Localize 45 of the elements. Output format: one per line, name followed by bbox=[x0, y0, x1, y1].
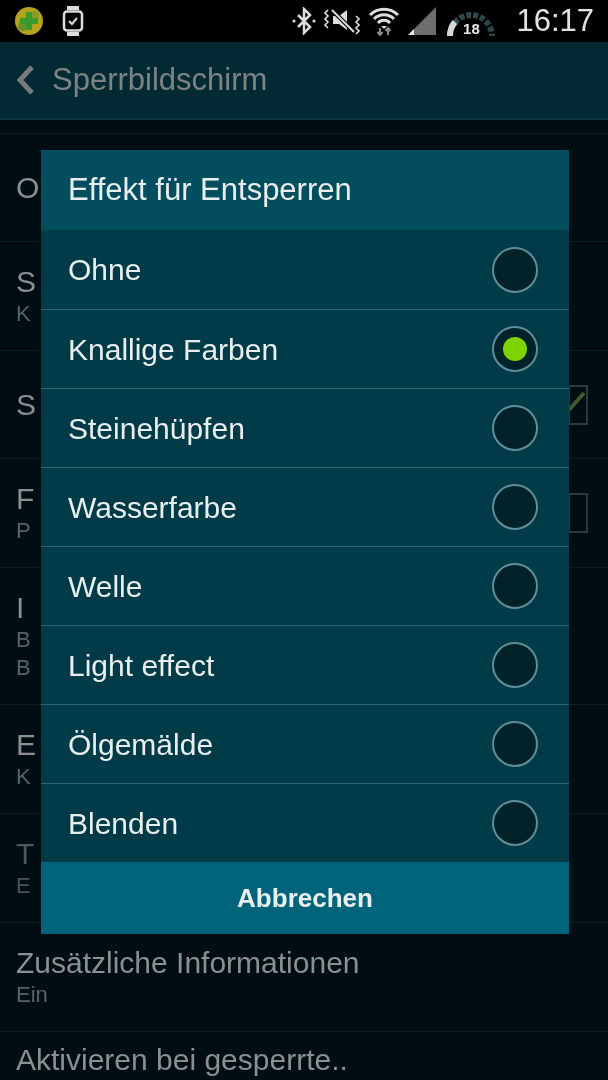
screen-title: Sperrbildschirm bbox=[52, 62, 268, 98]
setting-title: F bbox=[16, 481, 35, 517]
setting-subtitle: E bbox=[16, 872, 32, 900]
clock-time: 16:17 bbox=[516, 3, 594, 39]
signal-icon bbox=[408, 7, 437, 35]
setting-subtitle: K bbox=[16, 300, 32, 328]
checkbox[interactable] bbox=[568, 493, 588, 533]
radio-button[interactable] bbox=[492, 246, 538, 293]
app-icon bbox=[14, 6, 44, 36]
option-item[interactable]: Steinehüpfen bbox=[41, 388, 569, 467]
option-item[interactable]: Light effect bbox=[41, 625, 569, 704]
radio-button[interactable] bbox=[492, 563, 538, 609]
dialog-title: Effekt für Entsperren bbox=[41, 150, 569, 230]
setting-subtitle: K bbox=[16, 763, 32, 791]
setting-title: Aktivieren bei gesperrte.. bbox=[16, 1042, 348, 1078]
setting-title: S bbox=[16, 264, 36, 300]
setting-subtitle: Ein bbox=[16, 981, 49, 1009]
cancel-button[interactable]: Abbrechen bbox=[41, 862, 569, 934]
radio-button[interactable] bbox=[492, 642, 538, 688]
radio-button[interactable] bbox=[492, 484, 538, 530]
radio-button[interactable] bbox=[492, 326, 538, 372]
option-item[interactable]: Knallige Farben bbox=[41, 309, 569, 388]
setting-subtitle: B bbox=[16, 654, 31, 682]
setting-title: O bbox=[16, 169, 40, 206]
bluetooth-icon bbox=[292, 7, 317, 35]
option-item[interactable]: Wasserfarbe bbox=[41, 467, 569, 546]
radio-button[interactable] bbox=[492, 721, 538, 767]
option-item[interactable]: Welle bbox=[41, 546, 569, 625]
vibrate-mute-icon bbox=[324, 7, 361, 35]
back-icon[interactable] bbox=[15, 64, 35, 96]
setting-title: I bbox=[16, 590, 26, 626]
setting-title: S bbox=[16, 386, 36, 423]
checkbox[interactable] bbox=[568, 384, 588, 425]
watch-icon bbox=[62, 5, 84, 37]
radio-button[interactable] bbox=[492, 405, 538, 451]
radio-button[interactable] bbox=[492, 800, 538, 846]
option-item[interactable]: Ölgemälde bbox=[41, 704, 569, 783]
setting-subtitle: B bbox=[16, 626, 31, 654]
setting-title: T bbox=[16, 836, 35, 872]
setting-subtitle: P bbox=[16, 517, 32, 545]
option-item[interactable]: Ohne bbox=[41, 230, 569, 309]
setting-title: Zusätzliche Informationen bbox=[16, 945, 360, 981]
setting-title: E bbox=[16, 727, 36, 763]
wifi-icon bbox=[368, 6, 401, 36]
gauge-indicator: 18 bbox=[444, 4, 499, 38]
